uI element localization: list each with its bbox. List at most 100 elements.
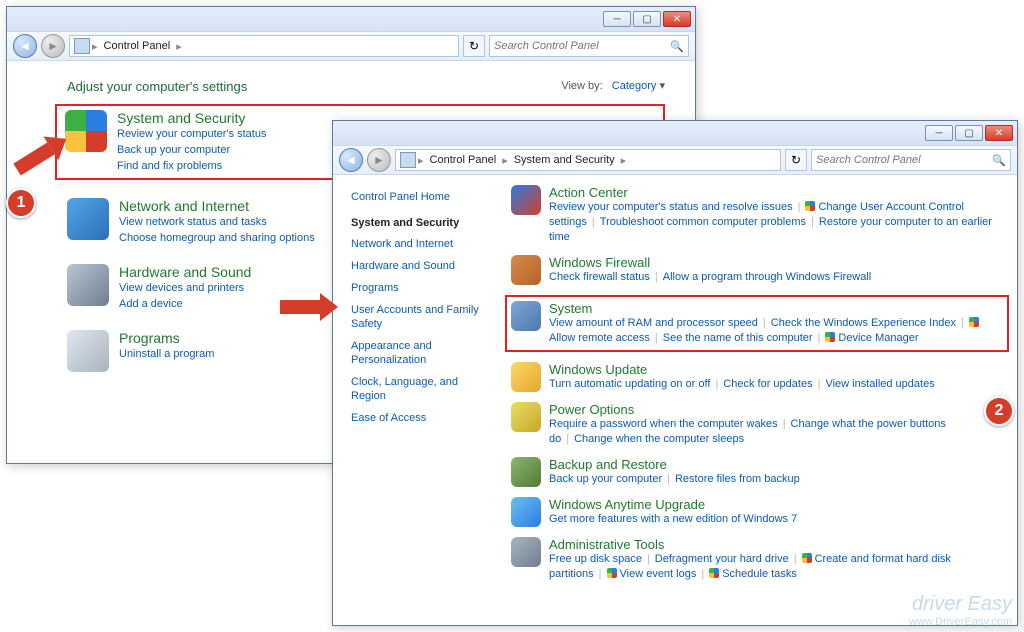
category-link[interactable]: Choose homegroup and sharing options	[119, 230, 315, 246]
section-title[interactable]: Backup and Restore	[549, 457, 1003, 472]
category-title[interactable]: Programs	[119, 330, 214, 346]
task-link[interactable]: See the name of this computer	[663, 332, 813, 344]
back-button[interactable]: ◄	[13, 34, 37, 58]
task-link[interactable]: Require a password when the computer wak…	[549, 418, 778, 430]
search-input[interactable]	[816, 154, 992, 166]
breadcrumb-item[interactable]: Control Panel	[98, 40, 177, 52]
view-by[interactable]: View by: Category ▾	[561, 79, 665, 92]
category-title[interactable]: Hardware and Sound	[119, 264, 251, 280]
breadcrumb-item[interactable]: System and Security	[508, 154, 621, 166]
section-title[interactable]: Action Center	[549, 185, 1003, 200]
forward-button[interactable]: ►	[41, 34, 65, 58]
view-by-value[interactable]: Category	[612, 80, 657, 92]
sidebar-item-network[interactable]: Network and Internet	[351, 237, 495, 251]
uac-shield-icon	[802, 553, 812, 563]
sidebar-item-user-accounts[interactable]: User Accounts and Family Safety	[351, 303, 495, 331]
close-button[interactable]: ✕	[985, 125, 1013, 141]
sidebar-home[interactable]: Control Panel Home	[351, 191, 495, 203]
navbar: ◄ ► ▸ Control Panel ▸ System and Securit…	[333, 145, 1017, 175]
divider: |	[783, 418, 786, 430]
search-input[interactable]	[494, 40, 670, 52]
uac-shield-icon	[709, 568, 719, 578]
maximize-button[interactable]: ▢	[955, 125, 983, 141]
tools-icon	[511, 537, 541, 567]
uac-shield-icon	[805, 201, 815, 211]
sidebar-item-system-security[interactable]: System and Security	[351, 217, 495, 229]
watermark-url: www.DriverEasy.com	[909, 616, 1012, 628]
category-link[interactable]: View devices and printers	[119, 280, 251, 296]
task-links: Turn automatic updating on or off | Check …	[549, 377, 1003, 392]
task-link[interactable]: View event logs	[607, 568, 697, 580]
task-link[interactable]: Check the Windows Experience Index	[771, 317, 956, 329]
divider: |	[818, 378, 821, 390]
breadcrumb[interactable]: ▸ Control Panel ▸	[69, 35, 459, 57]
category-link[interactable]: Back up your computer	[117, 142, 266, 158]
section-title[interactable]: Windows Update	[549, 362, 1003, 377]
task-link[interactable]: Defragment your hard drive	[655, 553, 789, 565]
breadcrumb[interactable]: ▸ Control Panel ▸ System and Security ▸	[395, 149, 781, 171]
bulb-icon	[511, 402, 541, 432]
task-link[interactable]: Allow a program through Windows Firewall	[663, 271, 871, 283]
category-link[interactable]: Uninstall a program	[119, 346, 214, 362]
refresh-button[interactable]: ↻	[785, 149, 807, 171]
task-link[interactable]: View amount of RAM and processor speed	[549, 317, 758, 329]
divider: |	[798, 201, 801, 213]
section-title[interactable]: Administrative Tools	[549, 537, 1003, 552]
breadcrumb-sep: ▸	[176, 40, 182, 53]
task-link[interactable]: Schedule tasks	[709, 568, 797, 580]
category-link[interactable]: Add a device	[119, 296, 251, 312]
breadcrumb-item[interactable]: Control Panel	[424, 154, 503, 166]
task-link[interactable]: Turn automatic updating on or off	[549, 378, 710, 390]
task-links: Get more features with a new edition of …	[549, 512, 1003, 527]
chip-icon	[511, 301, 541, 331]
task-link[interactable]: Free up disk space	[549, 553, 642, 565]
sidebar-item-hardware[interactable]: Hardware and Sound	[351, 259, 495, 273]
task-link[interactable]: Back up your computer	[549, 473, 662, 485]
task-link[interactable]: Review your computer's status and resolv…	[549, 201, 793, 213]
sidebar-item-ease[interactable]: Ease of Access	[351, 411, 495, 425]
back-button[interactable]: ◄	[339, 148, 363, 172]
section-title[interactable]: Windows Firewall	[549, 255, 1003, 270]
section-administrative-tools: Administrative ToolsFree up disk space|D…	[511, 537, 1003, 582]
task-link[interactable]: Check for updates	[723, 378, 812, 390]
search-icon: 🔍	[670, 40, 684, 53]
task-link[interactable]: Troubleshoot common computer problems	[600, 216, 806, 228]
forward-button[interactable]: ►	[367, 148, 391, 172]
divider: |	[763, 317, 766, 329]
search-box[interactable]: 🔍	[811, 149, 1011, 171]
divider: |	[961, 317, 964, 329]
task-link[interactable]: Change when the computer sleeps	[574, 433, 744, 445]
category-title[interactable]: Network and Internet	[119, 198, 315, 214]
minimize-button[interactable]: ─	[603, 11, 631, 27]
section-windows-anytime-upgrade: Windows Anytime UpgradeGet more features…	[511, 497, 1003, 527]
category-title[interactable]: System and Security	[117, 110, 266, 126]
sidebar-item-clock[interactable]: Clock, Language, and Region	[351, 375, 495, 403]
task-link[interactable]: Restore files from backup	[675, 473, 800, 485]
winup-icon	[511, 362, 541, 392]
task-link[interactable]: Device Manager	[825, 332, 918, 344]
refresh-button[interactable]: ↻	[463, 35, 485, 57]
section-power-options: Power OptionsRequire a password when the…	[511, 402, 1003, 447]
titlebar: ─ ▢ ✕	[7, 7, 695, 31]
maximize-button[interactable]: ▢	[633, 11, 661, 27]
content-area: Control Panel Home System and Security N…	[333, 175, 1017, 625]
task-link[interactable]: Check firewall status	[549, 271, 650, 283]
search-icon: 🔍	[992, 154, 1006, 167]
close-button[interactable]: ✕	[663, 11, 691, 27]
section-action-center: Action CenterReview your computer's stat…	[511, 185, 1003, 245]
globe-icon	[67, 198, 109, 240]
minimize-button[interactable]: ─	[925, 125, 953, 141]
task-link[interactable]: View installed updates	[825, 378, 934, 390]
category-link[interactable]: Review your computer's status	[117, 126, 266, 142]
section-title[interactable]: System	[549, 301, 1003, 316]
disc-icon	[67, 330, 109, 372]
section-title[interactable]: Power Options	[549, 402, 1003, 417]
search-box[interactable]: 🔍	[489, 35, 689, 57]
sidebar-item-appearance[interactable]: Appearance and Personalization	[351, 339, 495, 367]
navbar: ◄ ► ▸ Control Panel ▸ ↻ 🔍	[7, 31, 695, 61]
category-link[interactable]: Find and fix problems	[117, 158, 266, 174]
category-link[interactable]: View network status and tasks	[119, 214, 315, 230]
sidebar-item-programs[interactable]: Programs	[351, 281, 495, 295]
section-title[interactable]: Windows Anytime Upgrade	[549, 497, 1003, 512]
task-link[interactable]: Get more features with a new edition of …	[549, 513, 797, 525]
